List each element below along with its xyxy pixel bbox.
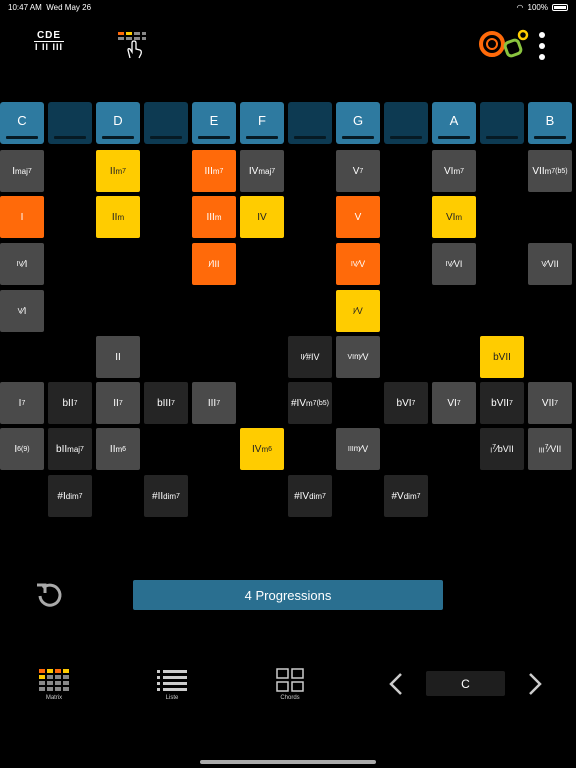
chord-cell[interactable]: IV (240, 196, 284, 238)
chord-cell[interactable]: #V dim 7 (384, 475, 428, 517)
chord-cell[interactable]: IIIm ⁄ V (336, 428, 380, 470)
notes-top-label: CDE (36, 30, 62, 41)
key-sharp-8[interactable] (384, 102, 428, 144)
chord-cell[interactable]: V ⁄ I (0, 290, 44, 332)
chord-cell[interactable]: I ⁄ V (336, 290, 380, 332)
tab-list-label: Liste (165, 695, 179, 701)
chord-cell[interactable]: #I dim 7 (48, 475, 92, 517)
notes-bottom-label: I II III (34, 41, 64, 52)
chord-cell[interactable]: #II dim 7 (144, 475, 188, 517)
chord-cell[interactable]: I7 (0, 382, 44, 424)
tab-matrix[interactable]: Matrix (24, 668, 84, 701)
chord-cell[interactable]: IV ⁄ I (0, 243, 44, 285)
pad-touch-icon[interactable] (117, 30, 147, 60)
progressions-button[interactable]: 4 Progressions (133, 580, 443, 610)
chord-cell[interactable]: IV ⁄ VI (432, 243, 476, 285)
chord-cell[interactable]: I 6(9) (0, 428, 44, 470)
chord-cell[interactable]: IV m 6 (240, 428, 284, 470)
chord-cell[interactable]: #IV m 7(b5) (288, 382, 332, 424)
chord-cell[interactable]: VI 7 (432, 382, 476, 424)
status-right: ◠ 100% (517, 3, 568, 12)
chord-cell[interactable]: VIm ⁄ V (336, 336, 380, 378)
chord-cell[interactable]: I (0, 196, 44, 238)
chord-cell[interactable]: V7 (336, 150, 380, 192)
note-mode-toggle[interactable]: CDE I II III (34, 30, 64, 53)
key-e[interactable]: E (192, 102, 236, 144)
key-sharp-3[interactable] (144, 102, 188, 144)
chord-cell[interactable]: II ⁄ #IV (288, 336, 332, 378)
status-bar: 10:47 AM Wed May 26 ◠ 100% (0, 0, 576, 16)
chord-cell[interactable]: II m 6 (96, 428, 140, 470)
chord-cell[interactable]: III m 7 (192, 150, 236, 192)
chevron-right-icon[interactable] (525, 671, 545, 697)
chord-cell[interactable]: III7 ⁄ VII (528, 428, 572, 470)
key-sharp-1[interactable] (48, 102, 92, 144)
current-key-display[interactable]: C (426, 671, 505, 696)
chord-cell[interactable]: bVII (480, 336, 524, 378)
key-g[interactable]: G (336, 102, 380, 144)
key-c[interactable]: C (0, 102, 44, 144)
key-f[interactable]: F (240, 102, 284, 144)
more-menu-icon[interactable] (538, 32, 546, 60)
key-sharp-10[interactable] (480, 102, 524, 144)
wifi-icon: ◠ (516, 3, 524, 12)
chord-cell[interactable]: IV ⁄ V (336, 243, 380, 285)
chord-cell[interactable]: II 7 (96, 382, 140, 424)
chords-grid-icon (276, 668, 304, 692)
chord-cell[interactable]: bVII 7 (480, 382, 524, 424)
chord-cell[interactable]: bIII 7 (144, 382, 188, 424)
reset-icon[interactable] (34, 579, 66, 611)
tab-matrix-label: Matrix (45, 695, 63, 701)
chord-cell[interactable]: I ⁄ III (192, 243, 236, 285)
chord-cell[interactable]: #IV dim 7 (288, 475, 332, 517)
chord-cell[interactable]: bII 7 (48, 382, 92, 424)
chord-cell[interactable]: III m (192, 196, 236, 238)
key-a[interactable]: A (432, 102, 476, 144)
chord-cell[interactable]: III 7 (192, 382, 236, 424)
chord-cell[interactable]: Imaj 7 (0, 150, 44, 192)
key-sharp-6[interactable] (288, 102, 332, 144)
chevron-left-icon[interactable] (386, 671, 406, 697)
chord-cell[interactable]: I7 ⁄ bVII (480, 428, 524, 470)
home-indicator (200, 760, 376, 764)
chord-cell[interactable]: II m 7 (96, 150, 140, 192)
chord-cell[interactable]: II m (96, 196, 140, 238)
tab-list[interactable]: Liste (142, 668, 202, 701)
list-icon (157, 670, 187, 691)
chord-cell[interactable]: V (336, 196, 380, 238)
matrix-icon (39, 669, 69, 691)
tab-chords[interactable]: Chords (260, 668, 320, 701)
chord-cell[interactable]: IV maj 7 (240, 150, 284, 192)
chord-cell[interactable]: V ⁄ VII (528, 243, 572, 285)
chord-cell[interactable]: VII m 7(b5) (528, 150, 572, 192)
battery-icon (552, 4, 568, 11)
chord-cell[interactable]: VI m 7 (432, 150, 476, 192)
chord-cell[interactable]: VII 7 (528, 382, 572, 424)
status-time: 10:47 AM Wed May 26 (8, 3, 92, 12)
chord-cell[interactable]: II (96, 336, 140, 378)
chord-cell[interactable]: VI m (432, 196, 476, 238)
app-logo-icon[interactable] (478, 28, 530, 62)
tab-chords-label: Chords (280, 695, 300, 701)
chord-cell[interactable]: bII maj 7 (48, 428, 92, 470)
battery-percent: 100% (527, 3, 548, 12)
key-b[interactable]: B (528, 102, 572, 144)
chord-cell[interactable]: bVI 7 (384, 382, 428, 424)
key-d[interactable]: D (96, 102, 140, 144)
